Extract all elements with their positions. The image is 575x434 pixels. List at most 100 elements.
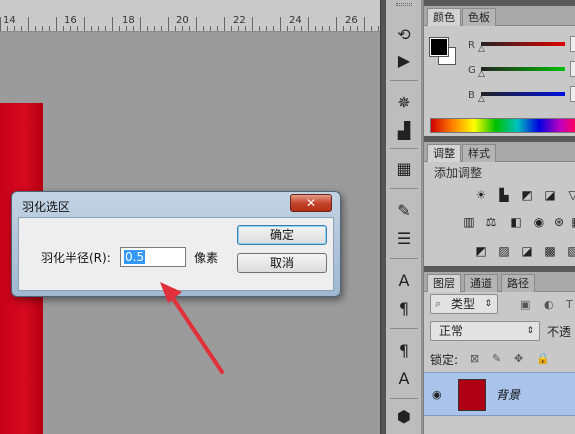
ruler-tick-label: 24 — [289, 15, 302, 26]
exposure-icon[interactable]: ◪ — [543, 188, 557, 202]
blend-mode-value: 正常 — [439, 324, 464, 338]
3d-layers-icon[interactable]: ▦ — [392, 156, 416, 180]
ruler-tick — [126, 26, 127, 31]
ruler-tick — [35, 26, 36, 31]
ruler-tick — [154, 26, 155, 31]
brightness-icon[interactable]: ☀ — [474, 188, 488, 202]
red-value-field[interactable] — [570, 36, 575, 52]
play-action-icon[interactable]: ▶ — [392, 48, 416, 72]
ruler-tick — [238, 26, 239, 31]
red-slider-thumb[interactable]: △ — [478, 44, 485, 54]
adjustment-filter-icon[interactable]: ◐ — [544, 298, 554, 311]
levels-icon[interactable]: ▙ — [497, 188, 511, 202]
selective-color-icon[interactable]: ▩ — [543, 244, 557, 258]
ruler-tick — [84, 17, 85, 31]
lock-all-icon[interactable]: 🔒 — [536, 352, 550, 365]
strip-separator — [390, 80, 418, 81]
blue-slider[interactable] — [481, 92, 565, 96]
filter-label: 类型 — [451, 297, 476, 311]
right-panel-group: 颜色 色板 R △ G △ B △ 调整 样式 添加调整 ☀ ▙ ◩ ◪ ▽ ▥… — [423, 0, 575, 434]
history-icon[interactable]: ⟲ — [392, 22, 416, 46]
color-tabbar: 颜色 色板 — [424, 6, 575, 26]
lock-transparent-icon[interactable]: ⊠ — [470, 352, 479, 365]
ruler-tick — [98, 26, 99, 31]
ruler-tick-label: 20 — [176, 15, 189, 26]
feather-selection-dialog: 羽化选区 ✕ 羽化半径(R): 0.5 像素 确定 取消 — [11, 191, 341, 297]
blend-mode-select[interactable]: 正常 ⇕ — [430, 321, 540, 341]
color-balance-icon[interactable]: ⚖ — [484, 215, 498, 229]
threshold-icon[interactable]: ◪ — [520, 244, 534, 258]
lock-paint-icon[interactable]: ✎ — [492, 352, 501, 365]
cancel-button[interactable]: 取消 — [237, 253, 327, 273]
tab-channels[interactable]: 通道 — [464, 274, 498, 292]
brush-presets-icon[interactable]: ✎ — [392, 198, 416, 222]
ruler-tick — [224, 17, 225, 31]
clone-source-icon[interactable]: A — [392, 366, 416, 390]
paragraph-styles-icon[interactable]: ¶ — [392, 338, 416, 362]
red-slider[interactable] — [481, 42, 565, 46]
blue-value-field[interactable] — [570, 86, 575, 102]
blue-slider-thumb[interactable]: △ — [478, 94, 485, 104]
character-icon[interactable]: A — [392, 268, 416, 292]
ruler-tick — [287, 26, 288, 31]
ruler-tick — [21, 26, 22, 31]
color-spectrum-bar[interactable] — [430, 118, 575, 133]
layer-row[interactable]: ◉ 背景 — [424, 372, 575, 416]
ruler-tick — [322, 26, 323, 31]
green-slider[interactable] — [481, 67, 565, 71]
ruler-tick — [91, 26, 92, 31]
lock-move-icon[interactable]: ✥ — [514, 352, 523, 365]
ruler-tick — [378, 26, 379, 31]
slider-label-r: R — [468, 40, 475, 51]
foreground-color-swatch[interactable] — [429, 37, 449, 57]
green-value-field[interactable] — [570, 61, 575, 77]
channel-mixer-icon[interactable]: ⊛ — [552, 215, 566, 229]
ruler-tick — [189, 26, 190, 31]
layer-filter-select[interactable]: ⌕ 类型 ⇕ — [430, 294, 498, 314]
opacity-label: 不透 — [547, 325, 572, 339]
invert-icon[interactable]: ◩ — [474, 244, 488, 258]
feather-radius-input[interactable]: 0.5 — [120, 247, 186, 267]
tab-layers[interactable]: 图层 — [427, 274, 461, 292]
ruler-tick — [105, 26, 106, 31]
tab-swatches[interactable]: 色板 — [462, 8, 496, 26]
ruler-tick — [273, 26, 274, 31]
posterize-icon[interactable]: ▨ — [497, 244, 511, 258]
image-filter-icon[interactable]: ▣ — [520, 298, 530, 311]
navigator-wheel-icon[interactable]: ✵ — [392, 90, 416, 114]
strip-separator — [390, 398, 418, 399]
layers-tabbar: 图层 通道 路径 — [424, 272, 575, 292]
vibrance-icon[interactable]: ▥ — [462, 215, 476, 229]
ruler-tick — [266, 26, 267, 31]
strip-grip[interactable] — [396, 3, 412, 6]
histogram-icon[interactable]: ▟ — [392, 118, 416, 142]
3d-cube-icon[interactable]: ⬢ — [392, 404, 416, 428]
close-button[interactable]: ✕ — [290, 194, 332, 212]
unit-label: 像素 — [194, 251, 219, 265]
gradient-map-icon[interactable]: ▽ — [566, 188, 575, 202]
paragraph-icon[interactable]: ¶ — [392, 296, 416, 320]
green-slider-thumb[interactable]: △ — [478, 69, 485, 79]
ruler-tick — [70, 26, 71, 31]
tab-styles[interactable]: 样式 — [462, 144, 496, 162]
ruler-tick-label: 18 — [122, 15, 135, 26]
brush-settings-icon[interactable]: ☰ — [392, 226, 416, 250]
ruler-tick — [63, 26, 64, 31]
color-lookup-icon[interactable]: ▦ — [570, 215, 575, 229]
tab-color[interactable]: 颜色 — [427, 8, 461, 26]
photo-filter-icon[interactable]: ◉ — [532, 215, 546, 229]
ok-button[interactable]: 确定 — [237, 225, 327, 245]
ruler-tick — [77, 26, 78, 31]
tab-adjustments[interactable]: 调整 — [427, 144, 461, 162]
tab-paths[interactable]: 路径 — [501, 274, 535, 292]
lock-label: 锁定: — [430, 353, 459, 367]
black-white-icon[interactable]: ◧ — [509, 215, 523, 229]
curves-icon[interactable]: ◩ — [520, 188, 534, 202]
gradient-fill-icon[interactable]: ▧ — [566, 244, 575, 258]
visibility-eye-icon[interactable]: ◉ — [432, 388, 442, 401]
feather-radius-label: 羽化半径(R): — [41, 251, 111, 265]
ruler-tick — [140, 17, 141, 31]
ruler-tick — [7, 26, 8, 31]
ruler-tick — [252, 17, 253, 31]
type-filter-icon[interactable]: T — [566, 298, 573, 311]
